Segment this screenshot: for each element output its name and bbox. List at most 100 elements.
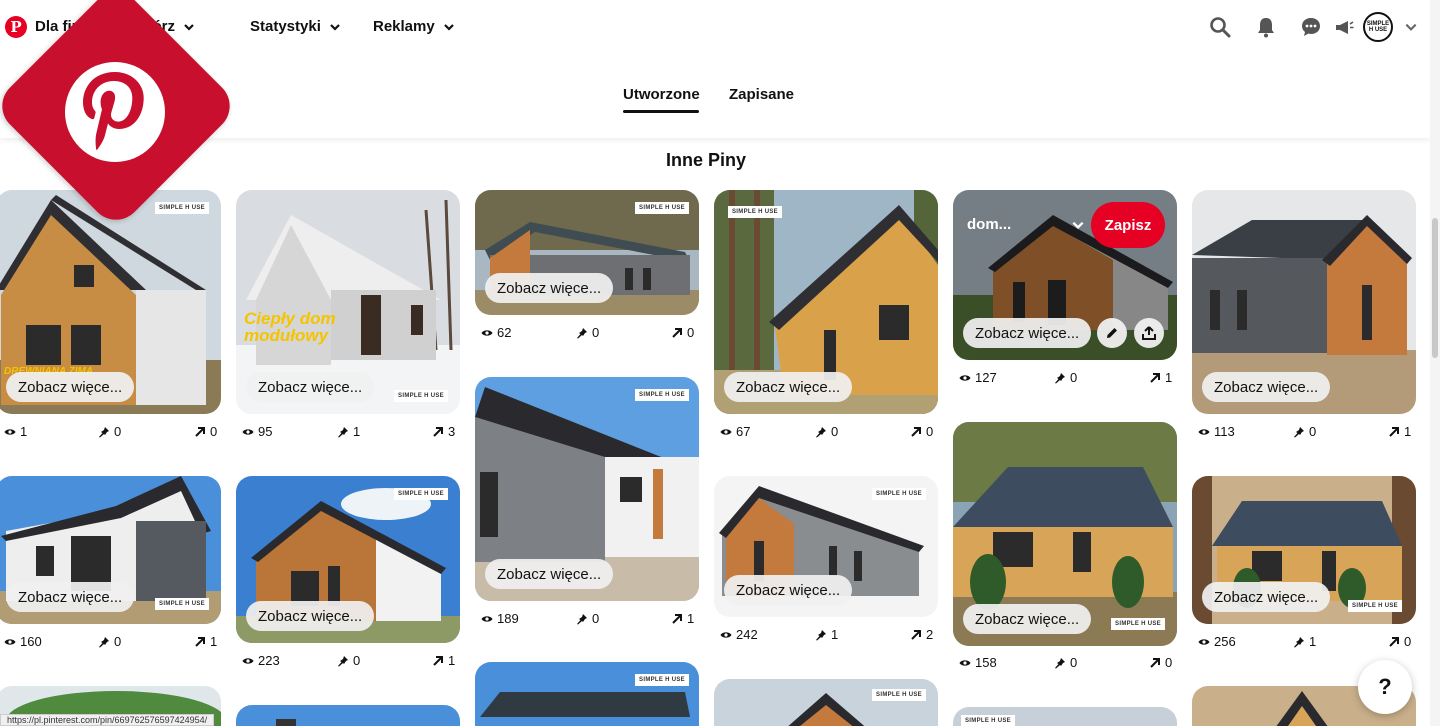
watermark: SIMPLE H USE (635, 389, 689, 401)
pin-card[interactable]: SIMPLE H USE (475, 662, 699, 726)
pin-icon (1294, 426, 1304, 437)
saves-stat: 0 (576, 325, 599, 340)
views-stat: 62 (481, 325, 511, 340)
pin-icon (99, 636, 109, 647)
views-stat: 189 (481, 611, 519, 626)
bell-icon[interactable] (1253, 14, 1279, 40)
pin-card[interactable]: SIMPLE H USE Zobacz więce... (475, 377, 699, 601)
views-stat: 127 (959, 370, 997, 385)
clicks-stat: 3 (432, 424, 455, 439)
scrollbar-thumb[interactable] (1432, 218, 1438, 358)
saves-stat: 1 (815, 627, 838, 642)
pin-stats: 67 0 0 (718, 424, 938, 442)
see-more-button[interactable]: Zobacz więce... (246, 601, 375, 631)
pin-card[interactable]: Ciepły dom modułowy SIMPLE H USE Zobacz … (236, 190, 460, 414)
pin-card[interactable]: SIMPLE H USE Zobacz więce... (475, 190, 699, 315)
views-stat: 67 (720, 424, 750, 439)
help-button[interactable]: ? (1358, 660, 1412, 714)
see-more-button[interactable]: Zobacz więce... (6, 372, 135, 402)
pin-icon (338, 655, 348, 666)
edit-pin-button[interactable] (1097, 318, 1127, 348)
scrollbar-track[interactable] (1430, 0, 1440, 726)
see-more-button[interactable]: Zobacz więce... (963, 318, 1092, 348)
chevron-down-icon (443, 23, 454, 31)
outbound-arrow-icon (672, 327, 682, 338)
eye-icon (1198, 638, 1210, 645)
pin-card[interactable]: SIMPLE H USE Zobacz więce... (714, 190, 938, 414)
see-more-button[interactable]: Zobacz więce... (1202, 372, 1331, 402)
clicks-count: 0 (1404, 634, 1412, 649)
views-count: 160 (20, 634, 42, 649)
see-more-button[interactable]: Zobacz więce... (485, 273, 614, 303)
chevron-down-icon[interactable] (1071, 218, 1085, 232)
saves-stat: 0 (1054, 655, 1077, 670)
outbound-arrow-icon (433, 655, 443, 666)
eye-icon (959, 659, 971, 666)
chevron-down-icon (330, 23, 340, 31)
see-more-button[interactable]: Zobacz więce... (6, 582, 135, 612)
saves-stat: 1 (337, 424, 360, 439)
see-more-button[interactable]: Zobacz więce... (963, 604, 1092, 634)
watermark: SIMPLE H USE (728, 206, 782, 218)
pin-card[interactable]: Zobacz więce... (1192, 190, 1416, 414)
pin-icon (577, 613, 587, 624)
saves-count: 0 (114, 424, 122, 439)
watermark: SIMPLE H USE (394, 488, 448, 500)
see-more-button[interactable]: Zobacz więce... (485, 559, 614, 589)
status-bar-url: https://pl.pinterest.com/pin/66976257659… (0, 714, 215, 726)
save-button[interactable]: Zapisz (1091, 202, 1165, 248)
outbound-arrow-icon (1150, 372, 1160, 383)
clicks-count: 0 (1165, 655, 1173, 670)
pencil-icon (1107, 328, 1117, 338)
search-icon[interactable] (1207, 14, 1233, 40)
views-count: 127 (975, 370, 997, 385)
pin-card[interactable]: SIMPLE H USE Zobacz więce... (714, 476, 938, 617)
profile-avatar[interactable]: SIMPLE H USE (1363, 12, 1393, 42)
share-button[interactable] (1134, 318, 1164, 348)
saves-stat: 0 (98, 634, 121, 649)
views-count: 95 (258, 424, 273, 439)
house-image (236, 705, 460, 726)
megaphone-icon[interactable] (1331, 14, 1357, 40)
clicks-count: 0 (687, 325, 695, 340)
clicks-count: 1 (687, 611, 695, 626)
pin-icon (338, 426, 348, 437)
pin-card[interactable]: SIMPLE H USE (953, 707, 1177, 726)
pin-stats: 223 0 1 (240, 653, 460, 671)
nav-analytics-dropdown[interactable]: Statystyki (250, 18, 341, 35)
see-more-button[interactable]: Zobacz więce... (246, 372, 375, 402)
nav-ads-dropdown[interactable]: Reklamy (373, 18, 455, 35)
clicks-stat: 0 (194, 424, 217, 439)
eye-icon (481, 329, 493, 336)
see-more-button[interactable]: Zobacz więce... (724, 372, 853, 402)
tab-saved[interactable]: Zapisane (729, 86, 794, 103)
watermark: SIMPLE H USE (635, 674, 689, 686)
chat-icon[interactable] (1298, 14, 1324, 40)
pin-card[interactable]: SIMPLE H USE Zobacz więce... (236, 476, 460, 643)
pin-card[interactable]: SIMPLE H USE (714, 679, 938, 726)
clicks-count: 1 (1165, 370, 1173, 385)
outbound-arrow-icon (195, 636, 205, 647)
pin-card[interactable]: SIMPLE H USE Zobacz więce... (0, 476, 221, 624)
board-select[interactable]: dom... (967, 216, 1011, 233)
house-image (714, 679, 938, 726)
outbound-arrow-icon (1150, 657, 1160, 668)
pinterest-p-icon (0, 0, 230, 230)
pin-card[interactable]: SIMPLE H USE Zobacz więce... (1192, 476, 1416, 624)
see-more-button[interactable]: Zobacz więce... (1202, 582, 1331, 612)
saves-stat: 0 (337, 653, 360, 668)
pin-card-hovered[interactable]: dom... Zapisz Zobacz więce... (953, 190, 1177, 360)
see-more-button[interactable]: Zobacz więce... (724, 575, 853, 605)
watermark: SIMPLE H USE (872, 689, 926, 701)
pin-icon (816, 426, 826, 437)
clicks-count: 0 (210, 424, 218, 439)
views-count: 158 (975, 655, 997, 670)
pin-stats: 127 0 1 (957, 370, 1177, 388)
watermark: SIMPLE H USE (961, 715, 1015, 726)
account-menu-chevron-icon[interactable] (1398, 14, 1424, 40)
saves-stat: 0 (1054, 370, 1077, 385)
pin-card[interactable]: SIMPLE H USE Zobacz więce... (953, 422, 1177, 646)
clicks-count: 1 (448, 653, 456, 668)
tab-created[interactable]: Utworzone (623, 86, 700, 103)
pin-card[interactable] (236, 705, 460, 726)
